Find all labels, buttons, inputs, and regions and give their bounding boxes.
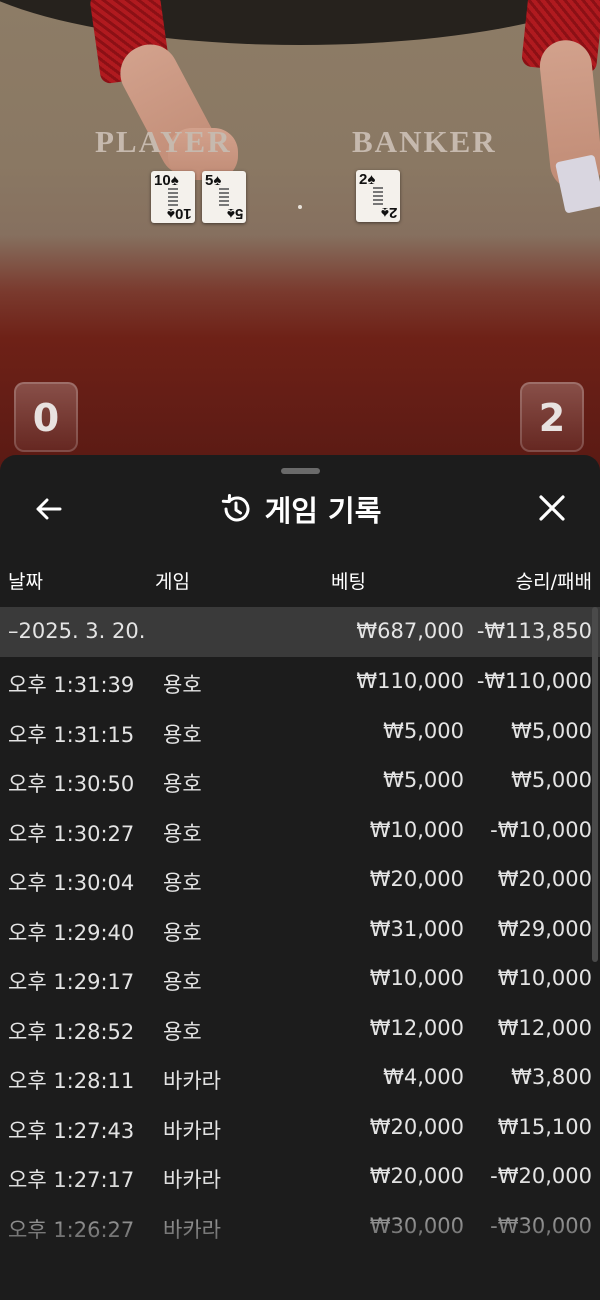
table-marker [298, 205, 302, 209]
history-row[interactable]: 오후 1:27:43 바카라 ₩20,000 ₩15,100 [0, 1103, 600, 1153]
row-time: 오후 1:31:15 [8, 722, 135, 747]
row-bet: ₩10,000 [369, 817, 464, 842]
row-game: 용호 [163, 1019, 202, 1044]
history-list[interactable]: –2025. 3. 20. ₩687,000 -₩113,850 오후 1:31… [0, 607, 600, 1300]
group-bet-total: ₩687,000 [356, 619, 464, 643]
history-row[interactable]: 오후 1:31:39 용호 ₩110,000 -₩110,000 [0, 657, 600, 707]
row-time: 오후 1:27:17 [8, 1168, 135, 1192]
row-result: -₩20,000 [490, 1164, 592, 1188]
row-bet: ₩5,000 [383, 718, 464, 743]
row-time: 오후 1:31:39 [8, 673, 135, 697]
sheet-title: 게임 기록 [264, 494, 382, 528]
row-game: 바카라 [163, 1168, 221, 1192]
row-time: 오후 1:28:52 [8, 1019, 135, 1044]
row-game: 용호 [163, 920, 202, 945]
row-bet: ₩110,000 [356, 669, 464, 693]
row-result: ₩12,000 [497, 1015, 592, 1040]
row-bet: ₩4,000 [383, 1065, 464, 1089]
history-row[interactable]: 오후 1:31:15 용호 ₩5,000 ₩5,000 [0, 707, 600, 757]
player-score: 0 [14, 382, 78, 452]
history-row[interactable]: 오후 1:30:27 용호 ₩10,000 -₩10,000 [0, 806, 600, 856]
row-bet: ₩20,000 [369, 867, 464, 891]
history-row[interactable]: 오후 1:28:11 바카라 ₩4,000 ₩3,800 [0, 1053, 600, 1103]
row-game: 용호 [163, 871, 202, 895]
history-row[interactable]: 오후 1:30:04 용호 ₩20,000 ₩20,000 [0, 855, 600, 905]
banker-zone-label: BANKER [352, 124, 497, 159]
history-icon [221, 494, 250, 522]
player-zone-label: PLAYER [95, 124, 232, 159]
row-bet: ₩12,000 [369, 1015, 464, 1040]
row-result: ₩5,000 [511, 718, 592, 743]
player-card-1: 10♠ 10♠ [151, 171, 195, 223]
row-game: 용호 [163, 722, 202, 747]
row-game: 용호 [163, 970, 202, 994]
row-result: ₩29,000 [497, 916, 592, 941]
row-result: -₩10,000 [490, 817, 592, 842]
row-time: 오후 1:30:50 [8, 772, 135, 796]
row-time: 오후 1:27:43 [8, 1118, 135, 1143]
banker-score: 2 [520, 382, 584, 452]
row-time: 오후 1:26:27 [8, 1217, 135, 1242]
column-header-game: 게임 [155, 571, 190, 593]
row-time: 오후 1:30:27 [8, 821, 135, 846]
card-shoe [555, 154, 600, 214]
row-bet: ₩20,000 [369, 1164, 464, 1188]
row-game: 바카라 [163, 1069, 221, 1093]
row-result: -₩110,000 [476, 669, 592, 693]
row-game: 용호 [163, 772, 202, 796]
row-game: 바카라 [163, 1217, 221, 1242]
row-bet: ₩30,000 [369, 1213, 464, 1238]
sheet-drag-handle[interactable] [281, 468, 320, 474]
row-result: ₩15,100 [497, 1114, 592, 1139]
game-history-sheet: 게임 기록 날짜 게임 베팅 승리/패배 –2025. 3. 20. ₩687,… [0, 455, 600, 1300]
history-row[interactable]: 오후 1:27:17 바카라 ₩20,000 -₩20,000 [0, 1152, 600, 1202]
row-bet: ₩31,000 [369, 916, 464, 941]
close-icon [539, 495, 565, 521]
history-row[interactable]: 오후 1:29:40 용호 ₩31,000 ₩29,000 [0, 905, 600, 955]
row-bet: ₩10,000 [369, 966, 464, 990]
scrollbar[interactable] [592, 607, 598, 962]
live-video-feed: PLAYER BANKER 10♠ 10♠ 5♠ 5♠ 2♠ 2♠ 0 2 [0, 0, 600, 470]
row-result: ₩5,000 [511, 768, 592, 792]
history-row[interactable]: 오후 1:30:50 용호 ₩5,000 ₩5,000 [0, 756, 600, 806]
row-result: ₩20,000 [497, 867, 592, 891]
row-result: ₩10,000 [497, 966, 592, 990]
column-header-bet: 베팅 [331, 571, 366, 593]
group-date: –2025. 3. 20. [8, 619, 146, 643]
row-time: 오후 1:29:17 [8, 970, 135, 994]
close-button[interactable] [532, 491, 572, 527]
history-row[interactable]: 오후 1:26:27 바카라 ₩30,000 -₩30,000 [0, 1202, 600, 1252]
column-header-date: 날짜 [8, 571, 43, 593]
history-row[interactable]: 오후 1:28:52 용호 ₩12,000 ₩12,000 [0, 1004, 600, 1054]
history-row[interactable]: 오후 1:29:17 용호 ₩10,000 ₩10,000 [0, 954, 600, 1004]
banker-card-1: 2♠ 2♠ [356, 170, 400, 222]
row-time: 오후 1:28:11 [8, 1069, 135, 1093]
row-time: 오후 1:29:40 [8, 920, 135, 945]
group-result-total: -₩113,850 [476, 619, 592, 643]
sheet-header: 게임 기록 [0, 489, 600, 529]
row-game: 바카라 [163, 1118, 221, 1143]
row-result: -₩30,000 [490, 1213, 592, 1238]
row-game: 용호 [163, 821, 202, 846]
row-bet: ₩20,000 [369, 1114, 464, 1139]
row-game: 용호 [163, 673, 202, 697]
player-card-2: 5♠ 5♠ [202, 171, 246, 223]
column-header-result: 승리/패배 [515, 571, 592, 593]
date-group-row[interactable]: –2025. 3. 20. ₩687,000 -₩113,850 [0, 607, 600, 657]
row-result: ₩3,800 [511, 1065, 592, 1089]
row-bet: ₩5,000 [383, 768, 464, 792]
row-time: 오후 1:30:04 [8, 871, 135, 895]
